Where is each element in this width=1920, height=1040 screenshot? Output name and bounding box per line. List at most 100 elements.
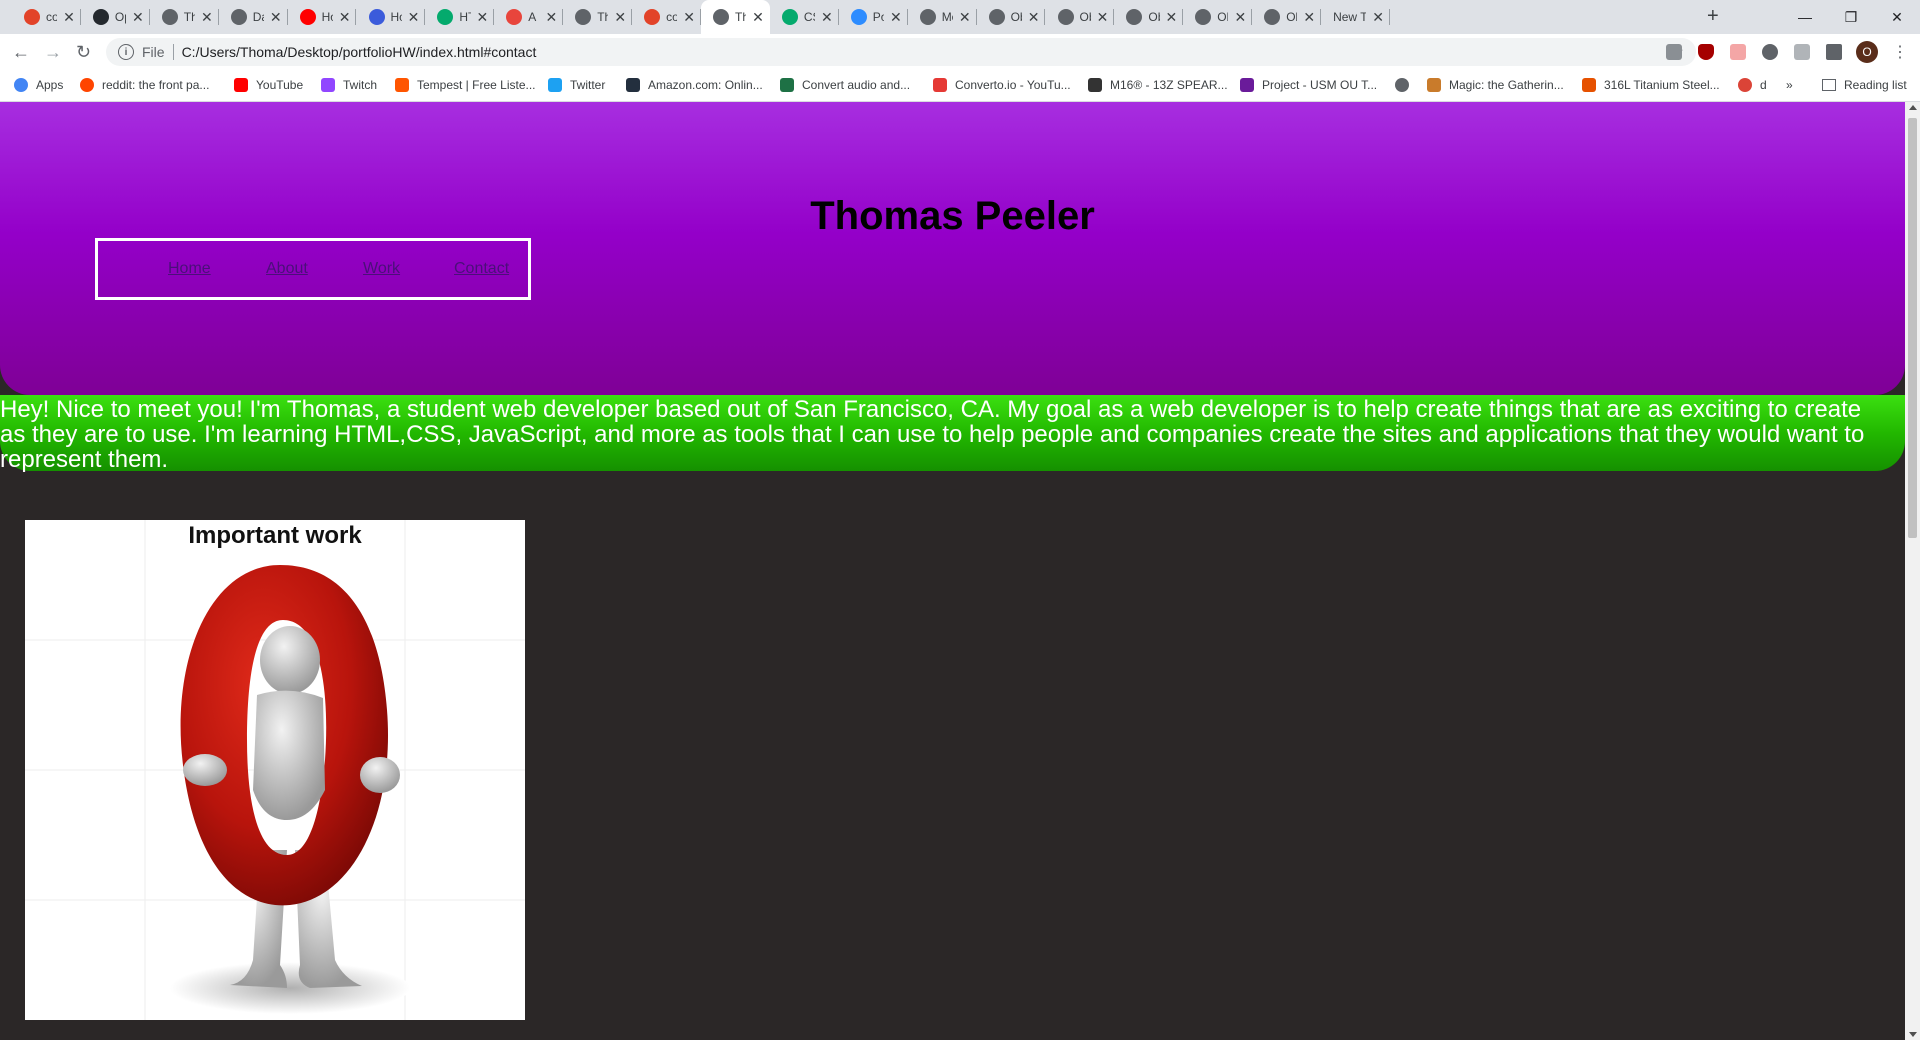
browser-tab[interactable]: Obj ✕	[977, 0, 1046, 34]
tab-close-icon[interactable]: ✕	[201, 9, 213, 26]
forward-arrow-icon[interactable]: →	[44, 42, 62, 63]
tab-close-icon[interactable]: ✕	[683, 9, 695, 26]
bookmark-item[interactable]: Magic: the Gatherin...	[1427, 78, 1564, 92]
apps-grid-icon	[14, 78, 28, 92]
reload-icon[interactable]: ↻	[76, 42, 91, 63]
bookmark-item[interactable]: YouTube	[234, 78, 303, 92]
extension-translate-icon[interactable]	[1730, 44, 1746, 60]
tab-title: Obj	[1148, 10, 1159, 24]
scrollbar-thumb[interactable]	[1908, 118, 1917, 538]
browser-tab[interactable]: Hov ✕	[288, 0, 357, 34]
nav-link-contact[interactable]: Contact	[454, 260, 509, 278]
browser-tab[interactable]: A C ✕	[494, 0, 564, 34]
asterisk-icon	[506, 9, 523, 25]
browser-tab[interactable]: Das ✕	[219, 0, 288, 34]
bookmark-item[interactable]: M16® - 13Z SPEAR...	[1088, 78, 1228, 92]
tab-title: A C	[528, 10, 539, 24]
restore-button[interactable]: ❐	[1828, 0, 1874, 34]
tab-title: Tho	[183, 10, 195, 24]
browser-tab[interactable]: Tho ✕	[150, 0, 219, 34]
scroll-down-arrow-icon[interactable]	[1909, 1032, 1917, 1037]
bookmark-item[interactable]: Twitch	[321, 78, 377, 92]
bookmark-label: YouTube	[256, 78, 304, 92]
nav-link-home[interactable]: Home	[168, 260, 211, 278]
close-window-button[interactable]: ✕	[1874, 0, 1920, 34]
site-info-icon[interactable]: i	[118, 44, 134, 60]
crkt-icon	[1088, 78, 1102, 92]
bookmark-item[interactable]: Amazon.com: Onlin...	[626, 78, 763, 92]
tab-close-icon[interactable]: ✕	[1097, 9, 1109, 26]
nav-link-work[interactable]: Work	[363, 260, 400, 278]
bookmark-item[interactable]: Apps	[14, 78, 63, 92]
tab-title: Pos	[872, 10, 884, 24]
site-header: Thomas Peeler Home About Work Contact	[0, 102, 1905, 395]
bookmarks-overflow-button[interactable]: »	[1786, 78, 1793, 92]
extension-screen-icon[interactable]	[1666, 44, 1682, 60]
address-bar[interactable]: i File C:/Users/Thoma/Desktop/portfolioH…	[106, 38, 1696, 66]
browser-tab[interactable]: Met ✕	[908, 0, 977, 34]
tab-close-icon[interactable]: ✕	[890, 9, 902, 26]
page-scrollbar[interactable]	[1905, 102, 1920, 1040]
tab-close-icon[interactable]: ✕	[959, 9, 971, 26]
site-title: Thomas Peeler	[810, 194, 1095, 238]
tab-close-icon[interactable]: ✕	[1166, 9, 1178, 26]
bookmark-label: Twitch	[343, 78, 378, 92]
globe-icon	[1126, 9, 1143, 25]
work-card[interactable]: Important work	[25, 520, 525, 1020]
bookmark-item[interactable]: d	[1738, 78, 1767, 92]
back-arrow-icon[interactable]: ←	[12, 42, 30, 63]
browser-tab[interactable]: Obj ✕	[1046, 0, 1115, 34]
browser-tab[interactable]: HTN ✕	[425, 0, 495, 34]
tab-close-icon[interactable]: ✕	[545, 9, 557, 26]
browser-tab[interactable]: Obj ✕	[1183, 0, 1253, 34]
bookmark-item[interactable]	[1395, 78, 1417, 92]
bookmark-label: Apps	[36, 78, 64, 92]
tab-close-icon[interactable]: ✕	[270, 9, 282, 26]
tab-close-icon[interactable]: ✕	[1028, 9, 1040, 26]
browser-tab[interactable]: Pos ✕	[839, 0, 908, 34]
browser-tab[interactable]: Obj ✕	[1252, 0, 1322, 34]
browser-tab[interactable]: New Tal ✕	[1321, 0, 1390, 34]
extension-cloud-icon[interactable]	[1762, 44, 1778, 60]
convert-icon	[780, 78, 794, 92]
nav-link-about[interactable]: About	[266, 260, 308, 278]
tab-close-icon[interactable]: ✕	[132, 9, 144, 26]
tab-close-icon[interactable]: ✕	[477, 9, 489, 26]
bookmark-label: Convert audio and...	[802, 78, 911, 92]
bookmark-item[interactable]: Convert audio and...	[780, 78, 910, 92]
minimize-button[interactable]: —	[1782, 0, 1828, 34]
tab-close-icon[interactable]: ✕	[63, 9, 75, 26]
browser-tab[interactable]: Tho ✕	[701, 0, 770, 34]
bookmark-item[interactable]: reddit: the front pa...	[80, 78, 209, 92]
tab-close-icon[interactable]: ✕	[1372, 9, 1384, 26]
tab-close-icon[interactable]: ✕	[752, 9, 764, 26]
tab-close-icon[interactable]: ✕	[339, 9, 351, 26]
address-url[interactable]: C:/Users/Thoma/Desktop/portfolioHW/index…	[182, 44, 537, 60]
bookmark-item[interactable]: Twitter	[548, 78, 605, 92]
browser-tab[interactable]: cou ✕	[632, 0, 701, 34]
scroll-up-arrow-icon[interactable]	[1909, 105, 1917, 110]
tab-close-icon[interactable]: ✕	[1303, 9, 1315, 26]
bookmark-item[interactable]: Tempest | Free Liste...	[395, 78, 536, 92]
bookmark-item[interactable]: 316L Titanium Steel...	[1582, 78, 1720, 92]
bookmark-item[interactable]: Converto.io - YouTu...	[933, 78, 1071, 92]
menu-kebab-icon[interactable]: ⋮	[1892, 42, 1908, 62]
reading-list-button[interactable]: Reading list	[1822, 78, 1907, 92]
ublock-origin-icon[interactable]	[1698, 44, 1714, 60]
bookmark-item[interactable]: Project - USM OU T...	[1240, 78, 1377, 92]
browser-tab[interactable]: Opt ✕	[81, 0, 150, 34]
extension-pdf-icon[interactable]	[1794, 44, 1810, 60]
extensions-puzzle-icon[interactable]	[1826, 44, 1842, 60]
profile-avatar[interactable]: O	[1856, 41, 1878, 63]
tab-close-icon[interactable]: ✕	[1234, 9, 1246, 26]
browser-tab[interactable]: CSS ✕	[770, 0, 839, 34]
browser-tab[interactable]: cou ✕	[12, 0, 81, 34]
new-tab-button[interactable]: +	[1707, 5, 1719, 28]
tab-close-icon[interactable]: ✕	[614, 9, 626, 26]
browser-tab[interactable]: Hov ✕	[357, 0, 426, 34]
shop-icon	[1582, 78, 1596, 92]
tab-close-icon[interactable]: ✕	[821, 9, 833, 26]
tab-close-icon[interactable]: ✕	[408, 9, 420, 26]
browser-tab[interactable]: Tho ✕	[563, 0, 633, 34]
browser-tab[interactable]: Obj ✕	[1114, 0, 1184, 34]
